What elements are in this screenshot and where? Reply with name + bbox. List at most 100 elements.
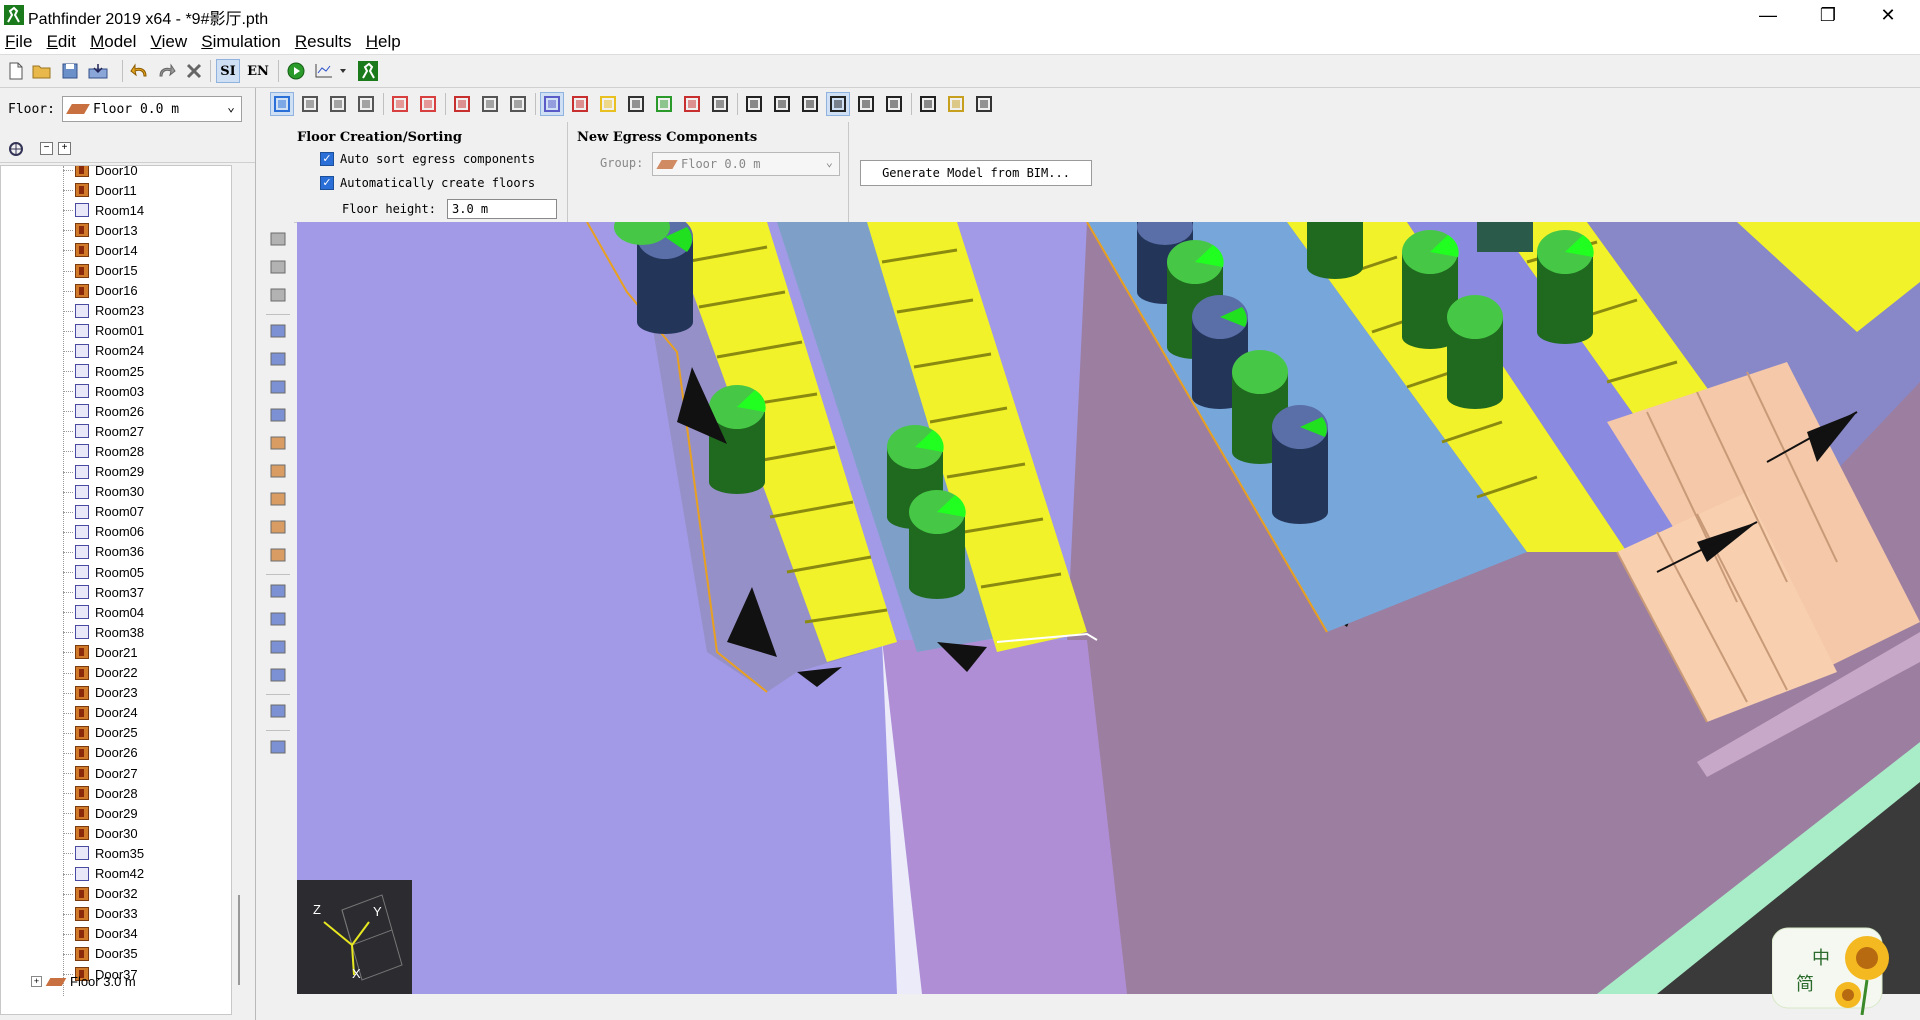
en-units-button[interactable]: EN: [246, 59, 270, 83]
results-viewer-icon[interactable]: [356, 59, 380, 83]
tree-scrollbar[interactable]: [234, 165, 252, 1015]
tree-item-door23[interactable]: Door23: [63, 683, 138, 703]
pan-icon[interactable]: [826, 92, 850, 116]
floor-height-input[interactable]: 3.0 m: [447, 199, 557, 219]
expand-all-icon[interactable]: +: [58, 142, 71, 155]
doors-filter-icon[interactable]: [652, 92, 676, 116]
stairs-icon[interactable]: [568, 92, 592, 116]
tree-item-door22[interactable]: Door22: [63, 663, 138, 683]
tree-item-door35[interactable]: Door35: [63, 944, 138, 964]
auto-create-floors-checkbox[interactable]: ✓: [320, 176, 334, 190]
tree-item-room23[interactable]: Room23: [63, 301, 144, 321]
occupant-tool-icon[interactable]: [267, 580, 289, 602]
new-file-icon[interactable]: [4, 59, 28, 83]
target-tool-icon[interactable]: [267, 664, 289, 686]
import-icon[interactable]: [86, 59, 110, 83]
tree-item-door28[interactable]: Door28: [63, 783, 138, 803]
expand-node-icon[interactable]: +: [31, 976, 42, 987]
si-units-button[interactable]: SI: [216, 59, 240, 83]
snap-icon[interactable]: [944, 92, 968, 116]
tree-item-room27[interactable]: Room27: [63, 421, 144, 441]
tree-item-room24[interactable]: Room24: [63, 341, 144, 361]
side-view-icon[interactable]: [354, 92, 378, 116]
tree-item-door10[interactable]: Door10: [63, 166, 138, 180]
orbit-icon[interactable]: [770, 92, 794, 116]
ruler-tool-icon[interactable]: [267, 736, 289, 758]
tree-item-door27[interactable]: Door27: [63, 763, 138, 783]
menu-edit[interactable]: Edit: [42, 30, 81, 52]
collapse-all-icon[interactable]: −: [40, 142, 53, 155]
3d-viewport[interactable]: [297, 222, 1920, 994]
tree-item-floor-3[interactable]: + Floor 3.0 m: [31, 974, 136, 989]
close-button[interactable]: ✕: [1860, 0, 1916, 30]
tree-item-room14[interactable]: Room14: [63, 200, 144, 220]
redo-icon[interactable]: [154, 59, 178, 83]
tree-item-room38[interactable]: Room38: [63, 622, 144, 642]
group-select[interactable]: Floor 0.0 m ⌄: [652, 152, 840, 176]
move-tool-icon[interactable]: [267, 228, 289, 250]
menu-model[interactable]: Model: [85, 30, 141, 52]
tree-item-room07[interactable]: Room07: [63, 502, 144, 522]
filter-settings-icon[interactable]: [6, 139, 26, 159]
menu-help[interactable]: Help: [361, 30, 406, 52]
elevator-tool-icon[interactable]: [267, 516, 289, 538]
tree-item-room04[interactable]: Room04: [63, 602, 144, 622]
solid-icon[interactable]: [506, 92, 530, 116]
tree-item-room36[interactable]: Room36: [63, 542, 144, 562]
zoom-icon[interactable]: [854, 92, 878, 116]
obstruction-tool-icon[interactable]: [267, 544, 289, 566]
tree-item-room29[interactable]: Room29: [63, 462, 144, 482]
axis-gizmo[interactable]: Z Y X: [297, 880, 412, 994]
tree-item-door21[interactable]: Door21: [63, 642, 138, 662]
front-view-icon[interactable]: [326, 92, 350, 116]
tree-item-room42[interactable]: Room42: [63, 864, 144, 884]
tree-item-room06[interactable]: Room06: [63, 522, 144, 542]
menu-view[interactable]: View: [146, 30, 193, 52]
select-icon[interactable]: [742, 92, 766, 116]
open-folder-icon[interactable]: [30, 59, 54, 83]
tree-item-room03[interactable]: Room03: [63, 381, 144, 401]
footprints-icon[interactable]: [624, 92, 648, 116]
agents-color-icon[interactable]: [596, 92, 620, 116]
zoom-region-icon[interactable]: [882, 92, 906, 116]
menu-simulation[interactable]: Simulation: [196, 30, 285, 52]
doors-alt-icon[interactable]: [680, 92, 704, 116]
walk-icon[interactable]: [798, 92, 822, 116]
tree-item-door14[interactable]: Door14: [63, 240, 138, 260]
run-simulation-icon[interactable]: [284, 59, 308, 83]
show-walls-icon[interactable]: [388, 92, 412, 116]
rotate-tool-icon[interactable]: [267, 256, 289, 278]
hide-geometry-icon[interactable]: [450, 92, 474, 116]
tree-item-door25[interactable]: Door25: [63, 723, 138, 743]
wireframe-icon[interactable]: [478, 92, 502, 116]
mirror-tool-icon[interactable]: [267, 284, 289, 306]
waypoint-tool-icon[interactable]: [267, 636, 289, 658]
tree-item-door15[interactable]: Door15: [63, 261, 138, 281]
menu-results[interactable]: Results: [290, 30, 357, 52]
rooms-icon[interactable]: [540, 92, 564, 116]
tree-item-door11[interactable]: Door11: [63, 180, 137, 200]
save-icon[interactable]: [58, 59, 82, 83]
tree-item-door24[interactable]: Door24: [63, 703, 138, 723]
tree-item-room30[interactable]: Room30: [63, 482, 144, 502]
tree-item-room35[interactable]: Room35: [63, 843, 144, 863]
tree-item-room28[interactable]: Room28: [63, 441, 144, 461]
top-view-icon[interactable]: [298, 92, 322, 116]
chart-dropdown-icon[interactable]: [312, 59, 352, 83]
floor-select[interactable]: Floor 0.0 m ⌄: [62, 96, 242, 122]
auto-sort-checkbox[interactable]: ✓: [320, 152, 334, 166]
rect-room-tool-icon[interactable]: [267, 348, 289, 370]
measure-tool-icon[interactable]: [267, 700, 289, 722]
tree-scrollbar-thumb[interactable]: [238, 895, 248, 985]
tree-item-door32[interactable]: Door32: [63, 884, 138, 904]
group-tool-icon[interactable]: [267, 608, 289, 630]
show-floors-icon[interactable]: [416, 92, 440, 116]
grid-icon[interactable]: [972, 92, 996, 116]
exit-tool-icon[interactable]: [267, 488, 289, 510]
tree-item-door29[interactable]: Door29: [63, 803, 138, 823]
tree-item-door34[interactable]: Door34: [63, 924, 138, 944]
tree-item-room37[interactable]: Room37: [63, 582, 144, 602]
tree-item-room05[interactable]: Room05: [63, 562, 144, 582]
restore-button[interactable]: ❐: [1800, 0, 1856, 30]
generate-from-bim-button[interactable]: Generate Model from BIM...: [860, 160, 1092, 186]
